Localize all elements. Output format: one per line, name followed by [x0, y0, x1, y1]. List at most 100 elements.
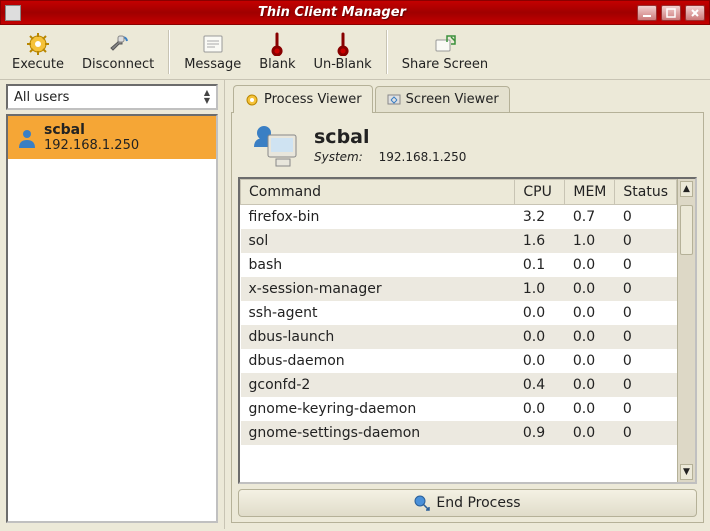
disconnect-icon — [106, 32, 130, 56]
process-viewer-panel: scbal System: 192.168.1.250 Command CPU — [231, 112, 704, 523]
cell-cpu: 0.0 — [515, 397, 565, 421]
col-header-command[interactable]: Command — [241, 180, 515, 205]
table-row[interactable]: sol1.61.00 — [241, 229, 677, 253]
cell-mem: 1.0 — [565, 229, 615, 253]
cell-status: 0 — [615, 301, 677, 325]
table-row[interactable]: dbus-daemon0.00.00 — [241, 349, 677, 373]
user-filter-dropdown[interactable]: All users ▲▼ — [6, 84, 218, 110]
cell-status: 0 — [615, 253, 677, 277]
table-row[interactable]: gconfd-20.40.00 — [241, 373, 677, 397]
table-row[interactable]: bash0.10.00 — [241, 253, 677, 277]
tab-bar: Process Viewer Screen Viewer — [231, 84, 704, 112]
share-screen-button[interactable]: Share Screen — [394, 27, 496, 77]
vertical-scrollbar[interactable]: ▲ ▼ — [677, 179, 695, 482]
cell-cpu: 0.0 — [515, 325, 565, 349]
cell-cpu: 0.0 — [515, 301, 565, 325]
gear-small-icon — [244, 92, 260, 108]
cell-command: dbus-launch — [241, 325, 515, 349]
scrollbar-thumb[interactable] — [680, 205, 693, 255]
toolbar-separator — [168, 30, 170, 74]
cell-status: 0 — [615, 421, 677, 445]
cell-status: 0 — [615, 397, 677, 421]
user-icon — [16, 127, 38, 149]
unblank-icon — [331, 32, 355, 56]
end-process-label: End Process — [436, 495, 520, 511]
disconnect-label: Disconnect — [82, 57, 154, 72]
cell-status: 0 — [615, 277, 677, 301]
cell-command: sol — [241, 229, 515, 253]
window-titlebar: Thin Client Manager — [0, 0, 710, 25]
user-list-item[interactable]: scbal 192.168.1.250 — [8, 116, 216, 159]
window-title: Thin Client Manager — [27, 5, 637, 20]
client-header: scbal System: 192.168.1.250 — [232, 113, 703, 177]
cell-cpu: 0.9 — [515, 421, 565, 445]
tab-screen-label: Screen Viewer — [406, 92, 499, 107]
cell-cpu: 1.0 — [515, 277, 565, 301]
cell-status: 0 — [615, 349, 677, 373]
tab-process-viewer[interactable]: Process Viewer — [233, 85, 373, 113]
message-button[interactable]: Message — [176, 27, 249, 77]
cell-mem: 0.0 — [565, 325, 615, 349]
client-computer-icon — [246, 121, 302, 169]
col-header-mem[interactable]: MEM — [565, 180, 615, 205]
unblank-label: Un-Blank — [313, 57, 371, 72]
process-table: Command CPU MEM Status firefox-bin3.20.7… — [240, 179, 677, 445]
cell-status: 0 — [615, 373, 677, 397]
scroll-up-icon[interactable]: ▲ — [680, 181, 693, 197]
execute-button[interactable]: Execute — [4, 27, 72, 77]
toolbar: Execute Disconnect Message Blank Un-Blan… — [0, 25, 710, 80]
share-icon — [433, 32, 457, 56]
cell-cpu: 0.1 — [515, 253, 565, 277]
col-header-status[interactable]: Status — [615, 180, 677, 205]
table-row[interactable]: gnome-settings-daemon0.90.00 — [241, 421, 677, 445]
cell-status: 0 — [615, 229, 677, 253]
cell-mem: 0.0 — [565, 349, 615, 373]
window-minimize-button[interactable] — [637, 5, 657, 21]
disconnect-button[interactable]: Disconnect — [74, 27, 162, 77]
blank-icon — [265, 32, 289, 56]
blank-button[interactable]: Blank — [251, 27, 303, 77]
table-row[interactable]: dbus-launch0.00.00 — [241, 325, 677, 349]
gear-icon — [26, 32, 50, 56]
cell-cpu: 1.6 — [515, 229, 565, 253]
end-process-button[interactable]: End Process — [238, 489, 697, 517]
cell-mem: 0.0 — [565, 301, 615, 325]
left-sidebar: All users ▲▼ scbal 192.168.1.250 — [0, 80, 225, 529]
unblank-button[interactable]: Un-Blank — [305, 27, 379, 77]
col-header-cpu[interactable]: CPU — [515, 180, 565, 205]
table-row[interactable]: firefox-bin3.20.70 — [241, 205, 677, 230]
window-close-button[interactable] — [685, 5, 705, 21]
cell-mem: 0.0 — [565, 373, 615, 397]
table-row[interactable]: x-session-manager1.00.00 — [241, 277, 677, 301]
user-ip: 192.168.1.250 — [44, 138, 139, 153]
tab-screen-viewer[interactable]: Screen Viewer — [375, 86, 510, 112]
process-table-container: Command CPU MEM Status firefox-bin3.20.7… — [238, 177, 697, 484]
toolbar-separator — [386, 30, 388, 74]
window-maximize-button[interactable] — [661, 5, 681, 21]
screen-icon — [386, 92, 402, 108]
cell-status: 0 — [615, 205, 677, 230]
table-row[interactable]: gnome-keyring-daemon0.00.00 — [241, 397, 677, 421]
user-filter-value: All users — [14, 90, 204, 105]
message-label: Message — [184, 57, 241, 72]
cell-mem: 0.0 — [565, 277, 615, 301]
cell-command: firefox-bin — [241, 205, 515, 230]
client-name: scbal — [314, 126, 466, 148]
cell-command: ssh-agent — [241, 301, 515, 325]
cell-cpu: 3.2 — [515, 205, 565, 230]
blank-label: Blank — [259, 57, 295, 72]
app-icon — [5, 5, 21, 21]
scroll-down-icon[interactable]: ▼ — [680, 464, 693, 480]
cell-cpu: 0.4 — [515, 373, 565, 397]
message-icon — [201, 32, 225, 56]
cell-command: gconfd-2 — [241, 373, 515, 397]
table-row[interactable]: ssh-agent0.00.00 — [241, 301, 677, 325]
cell-mem: 0.0 — [565, 253, 615, 277]
cell-command: bash — [241, 253, 515, 277]
end-process-icon — [414, 495, 430, 511]
cell-cpu: 0.0 — [515, 349, 565, 373]
cell-command: gnome-settings-daemon — [241, 421, 515, 445]
system-label: System: — [314, 150, 363, 164]
main-pane: Process Viewer Screen Viewer scbal Syste… — [225, 80, 710, 529]
execute-label: Execute — [12, 57, 64, 72]
